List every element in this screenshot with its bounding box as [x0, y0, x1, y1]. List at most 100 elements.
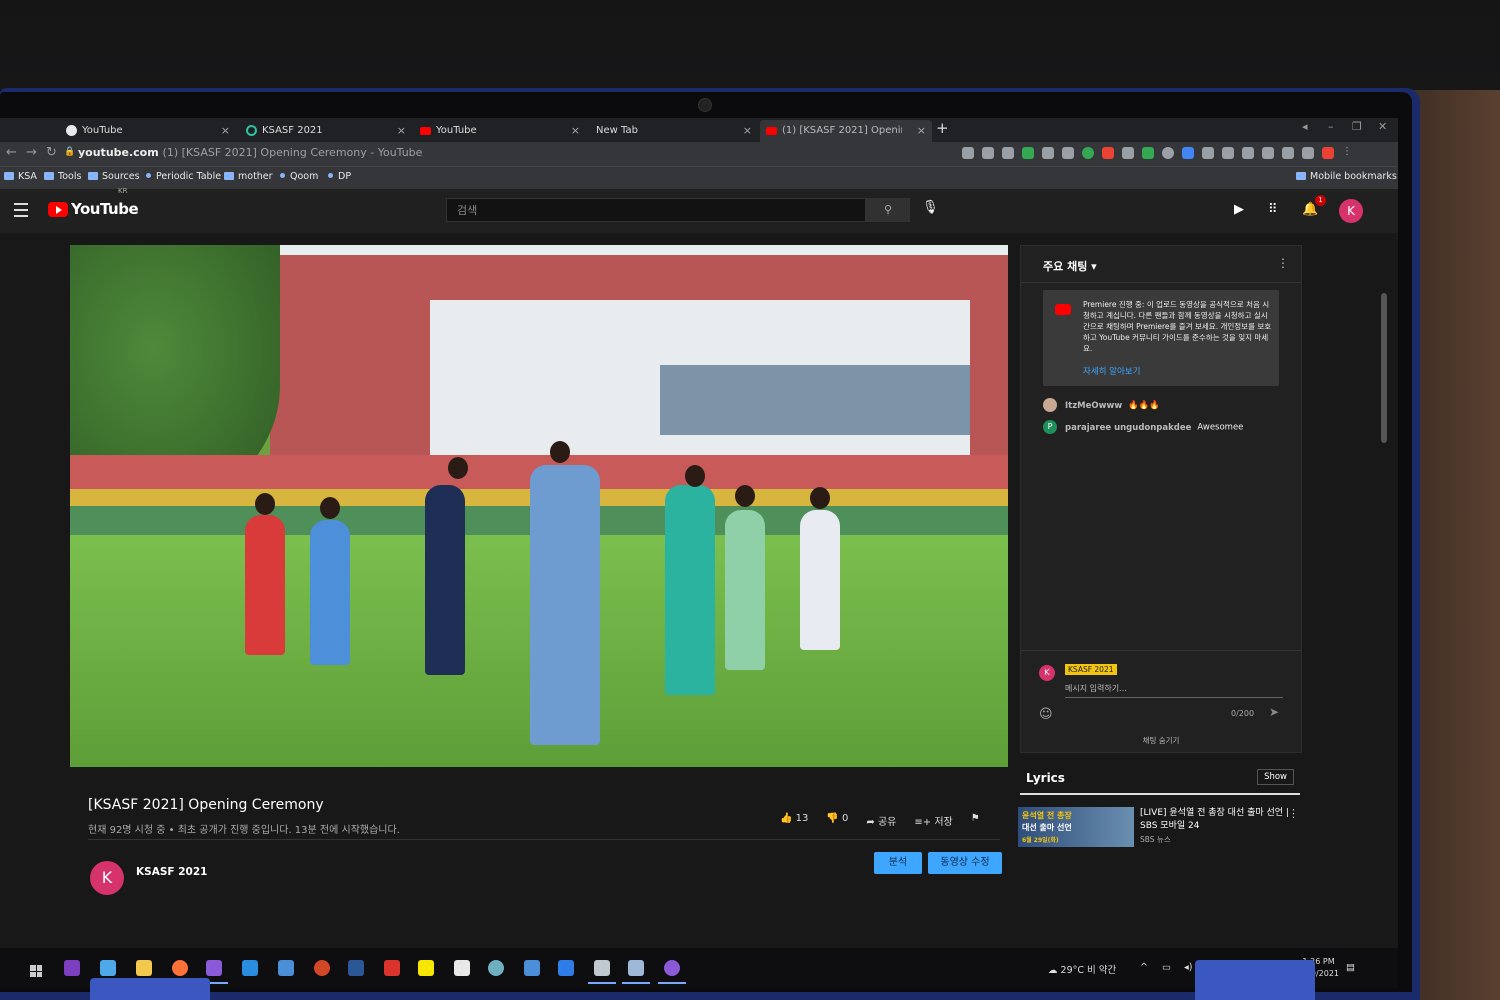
visual-studio-icon[interactable]: [206, 960, 222, 976]
search-input[interactable]: 검색: [446, 198, 866, 222]
extension-icon[interactable]: [1242, 147, 1254, 159]
url-field[interactable]: youtube.com (1) [KSASF 2021] Opening Cer…: [78, 146, 422, 159]
tab-close-icon[interactable]: ×: [917, 120, 926, 142]
more-options-icon[interactable]: ⋮: [1277, 256, 1289, 270]
recommended-video[interactable]: 윤석열 전 총장 대선 출마 선언 6월 29일(화) [LIVE] 윤석열 전…: [1018, 807, 1308, 847]
minimize-icon[interactable]: –: [1328, 120, 1334, 133]
download-icon[interactable]: [1222, 147, 1234, 159]
emoji-icon[interactable]: ☺: [1039, 707, 1053, 722]
tab-new-tab[interactable]: New Tab ×: [588, 120, 758, 142]
bookmark-mother[interactable]: mother: [224, 171, 273, 182]
back-icon[interactable]: ←: [6, 145, 17, 160]
forward-icon[interactable]: →: [26, 145, 37, 160]
create-video-icon[interactable]: ▶: [1234, 202, 1244, 217]
chat-author[interactable]: parajaree ungudonpakdee: [1065, 423, 1191, 433]
chat-input[interactable]: 메시지 입력하기...: [1065, 683, 1283, 698]
edit-video-button[interactable]: 동영상 수정: [928, 852, 1002, 874]
youtube-logo[interactable]: YouTube: [48, 200, 139, 218]
tab-close-icon[interactable]: ×: [571, 120, 580, 142]
tab-youtube-2[interactable]: YouTube ×: [414, 120, 586, 142]
profile-icon[interactable]: [1322, 147, 1334, 159]
sidebar-icon[interactable]: [1282, 147, 1294, 159]
video-player[interactable]: [70, 245, 1008, 767]
app-icon[interactable]: [664, 960, 680, 976]
bookmark-sources[interactable]: Sources: [88, 171, 140, 182]
share-button[interactable]: ➦ 공유: [866, 813, 896, 828]
tab-ksasf[interactable]: KSASF 2021 ×: [240, 120, 412, 142]
extension-icon[interactable]: [1182, 147, 1194, 159]
firefox-icon[interactable]: [172, 960, 188, 976]
acrobat-icon[interactable]: [384, 960, 400, 976]
app-icon[interactable]: [628, 960, 644, 976]
chat-author[interactable]: ItzMeOwww: [1065, 401, 1122, 411]
screenshot-icon[interactable]: [1262, 147, 1274, 159]
sidebar-icon[interactable]: [1302, 147, 1314, 159]
more-options-icon[interactable]: ⋮: [1288, 807, 1299, 820]
pocket-icon[interactable]: [982, 147, 994, 159]
extension-icon[interactable]: [1102, 147, 1114, 159]
reload-icon[interactable]: ↻: [46, 145, 57, 160]
network-icon[interactable]: ▭: [1162, 962, 1171, 973]
extension-icon[interactable]: [1062, 147, 1074, 159]
mobile-bookmarks[interactable]: Mobile bookmarks: [1296, 171, 1397, 182]
app-icon[interactable]: [594, 960, 610, 976]
tab-youtube-1[interactable]: YouTube ×: [60, 120, 236, 142]
bookmark-qoom[interactable]: Qoom: [280, 171, 318, 182]
tray-chevron-icon[interactable]: ^: [1140, 962, 1148, 973]
report-flag-icon[interactable]: ⚑: [971, 813, 980, 828]
bookmark-tools[interactable]: Tools: [44, 171, 81, 182]
tab-close-icon[interactable]: ×: [397, 120, 406, 142]
calendar-icon[interactable]: [524, 960, 540, 976]
volume-icon[interactable]: ◂): [1184, 962, 1192, 973]
vscode-icon[interactable]: [242, 960, 258, 976]
todo-icon[interactable]: [558, 960, 574, 976]
send-icon[interactable]: ➤: [1269, 705, 1279, 719]
cast-icon[interactable]: [962, 147, 974, 159]
extension-icon[interactable]: [1042, 147, 1054, 159]
extension-icon[interactable]: [1082, 147, 1094, 159]
reading-list-icon[interactable]: [1202, 147, 1214, 159]
account-avatar[interactable]: K: [1339, 199, 1363, 223]
bookmark-periodic-table[interactable]: Periodic Table: [146, 171, 221, 182]
app-icon[interactable]: [454, 960, 470, 976]
like-button[interactable]: 👍 13: [780, 813, 808, 828]
app-icon[interactable]: [100, 960, 116, 976]
kakaotalk-icon[interactable]: [418, 960, 434, 976]
channel-name[interactable]: KSASF 2021: [136, 866, 207, 878]
menu-kebab-icon[interactable]: ⋮: [1342, 147, 1352, 159]
search-button[interactable]: ⚲: [866, 198, 910, 222]
bookmark-ksa[interactable]: KSA: [4, 171, 37, 182]
bookmark-dp[interactable]: DP: [328, 171, 351, 182]
hide-chat-button[interactable]: 채팅 숨기기: [1021, 735, 1301, 746]
app-icon[interactable]: [488, 960, 504, 976]
restore-icon[interactable]: ❐: [1352, 120, 1362, 133]
tab-close-icon[interactable]: ×: [743, 120, 752, 142]
star-icon[interactable]: [1002, 147, 1014, 159]
app-icon[interactable]: [278, 960, 294, 976]
shield-icon[interactable]: [1022, 147, 1034, 159]
mic-icon[interactable]: 🎙: [922, 200, 939, 215]
windows-start-icon[interactable]: [30, 965, 42, 977]
onenote-icon[interactable]: [64, 960, 80, 976]
chat-mode-dropdown[interactable]: 주요 채팅 ▾: [1043, 258, 1097, 274]
extension-icon[interactable]: [1162, 147, 1174, 159]
tab-close-icon[interactable]: ×: [221, 120, 230, 142]
learn-more-link[interactable]: 자세히 알아보기: [1083, 365, 1140, 377]
analytics-button[interactable]: 분석: [874, 852, 922, 874]
save-button[interactable]: ≡+ 저장: [914, 813, 952, 828]
powerpoint-icon[interactable]: [314, 960, 330, 976]
tab-opening-ceremony[interactable]: (1) [KSASF 2021] Opening Cer... ×: [760, 120, 932, 142]
file-explorer-icon[interactable]: [136, 960, 152, 976]
extension-icon[interactable]: [1122, 147, 1134, 159]
channel-avatar[interactable]: K: [90, 861, 124, 895]
page-scrollbar[interactable]: [1381, 293, 1387, 443]
menu-icon[interactable]: [14, 203, 28, 217]
word-icon[interactable]: [348, 960, 364, 976]
window-close-icon[interactable]: ✕: [1378, 120, 1387, 133]
apps-grid-icon[interactable]: ⠿: [1268, 202, 1278, 217]
notification-center-icon[interactable]: ▤: [1346, 962, 1355, 973]
weather-widget[interactable]: ☁ 29°C 비 약간: [1048, 962, 1116, 976]
lyrics-show-button[interactable]: Show: [1257, 769, 1294, 785]
dislike-button[interactable]: 👎 0: [826, 813, 848, 828]
extension-icon[interactable]: [1142, 147, 1154, 159]
